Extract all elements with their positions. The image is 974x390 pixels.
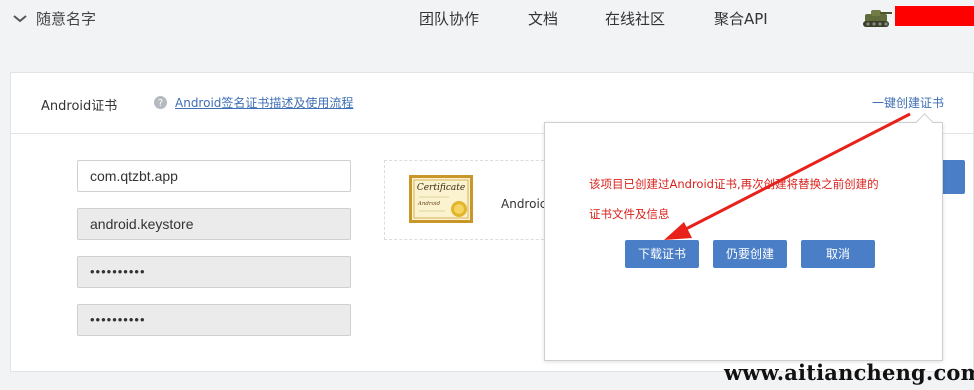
card-title: Android证书	[41, 99, 118, 114]
nav-api[interactable]: 聚合API	[714, 8, 768, 29]
nav-docs[interactable]: 文档	[528, 8, 558, 29]
certificate-icon: Certificate Android	[409, 175, 473, 223]
help-icon: ?	[154, 96, 167, 109]
popover-message-line2: 证书文件及信息	[589, 207, 670, 221]
keystore-field: android.keystore	[77, 208, 351, 240]
one-click-create-link[interactable]: 一键创建证书	[872, 94, 944, 111]
help-link[interactable]: Android签名证书描述及使用流程	[175, 94, 353, 111]
package-name-input[interactable]: com.qtzbt.app	[77, 160, 351, 192]
redacted-username	[895, 6, 974, 26]
nav-community[interactable]: 在线社区	[605, 8, 665, 29]
cert-box: Certificate Android Androic	[384, 160, 564, 240]
nav-team[interactable]: 团队协作	[419, 8, 479, 29]
certificate-subheading: Android	[417, 201, 441, 207]
certificate-heading: Certificate	[417, 183, 465, 193]
project-switcher[interactable]: 随意名字	[12, 8, 96, 29]
svg-text:?: ?	[158, 98, 163, 109]
popover-message-line1: 该项目已创建过Android证书,再次创建将替换之前创建的	[589, 177, 879, 191]
watermark: www.aitiancheng.com	[724, 360, 974, 385]
password-field: ••••••••••	[77, 256, 351, 288]
cancel-button[interactable]: 取消	[801, 240, 875, 268]
primary-button-partial[interactable]	[943, 160, 965, 194]
chevron-down-icon	[13, 14, 27, 22]
project-name: 随意名字	[36, 10, 97, 28]
recreate-button[interactable]: 仍要创建	[713, 240, 787, 268]
alias-password-field: ••••••••••	[77, 304, 351, 336]
avatar-tank-icon[interactable]	[862, 6, 894, 30]
top-bar: 随意名字 团队协作 文档 在线社区 聚合API	[0, 0, 974, 40]
cert-label: Androic	[501, 197, 547, 211]
recreate-confirm-popover: 该项目已创建过Android证书,再次创建将替换之前创建的 证书文件及信息 下载…	[544, 122, 943, 361]
download-cert-button[interactable]: 下载证书	[625, 240, 699, 268]
